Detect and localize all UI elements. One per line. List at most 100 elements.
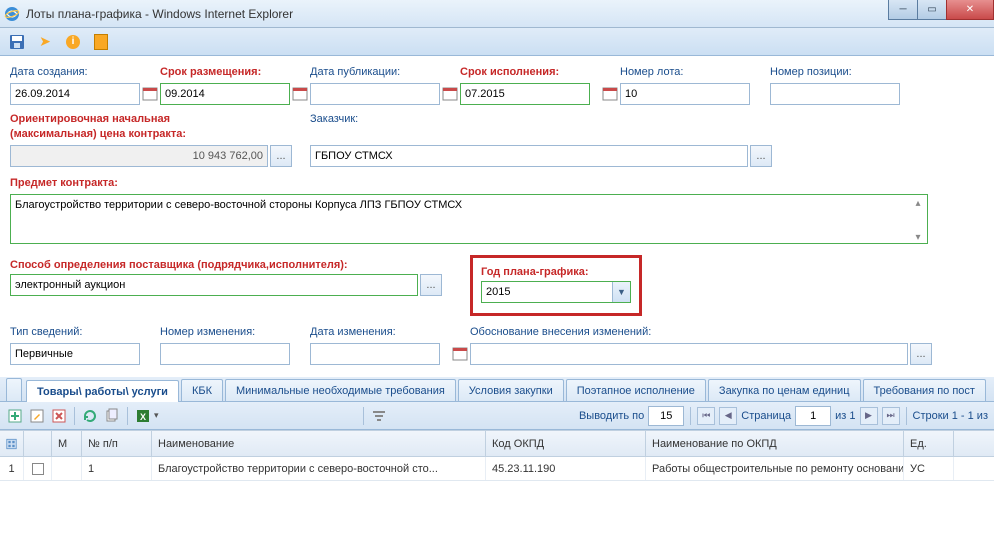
method-pick-button[interactable]: ... [420, 274, 442, 296]
calendar-icon[interactable] [142, 86, 158, 102]
change-number-input[interactable] [160, 343, 290, 365]
change-reason-pick-button[interactable]: ... [910, 343, 932, 365]
grid-cell-okname: Работы общестроительные по ремонту основ… [646, 457, 904, 480]
tab-min-req[interactable]: Минимальные необходимые требования [225, 379, 456, 401]
arrow-right-icon: ➤ [39, 33, 51, 50]
maximize-button[interactable]: ▭ [917, 0, 947, 20]
calendar-icon[interactable] [292, 86, 308, 102]
grid-header-okname[interactable]: Наименование по ОКПД [646, 431, 904, 456]
info-type-input[interactable] [10, 343, 140, 365]
grid-cell-okpd: 45.23.11.190 [486, 457, 646, 480]
placement-date-input[interactable] [160, 83, 290, 105]
label-change-reason: Обоснование внесения изменений: [470, 322, 870, 338]
tab-unit-price[interactable]: Закупка по ценам единиц [708, 379, 861, 401]
checkbox-icon[interactable] [32, 463, 44, 475]
exec-date-input[interactable] [460, 83, 590, 105]
grid-header-m[interactable]: М [52, 431, 82, 456]
label-price-1: Ориентировочная начальная [10, 109, 310, 125]
textarea-scrollbar[interactable]: ▴▾ [910, 198, 926, 243]
per-page-label: Выводить по [579, 410, 644, 422]
grid-header-np[interactable]: № п/п [82, 431, 152, 456]
calendar-icon[interactable] [452, 346, 468, 362]
subject-textarea[interactable] [10, 194, 928, 244]
page-prev-button[interactable]: ◀ [719, 407, 737, 425]
label-change-number: Номер изменения: [160, 322, 310, 338]
save-button[interactable] [6, 31, 28, 53]
create-date-input[interactable] [10, 83, 140, 105]
price-input [10, 145, 268, 167]
grid-header-select[interactable] [0, 431, 24, 456]
grid-cell-idx: 1 [0, 457, 24, 480]
calendar-icon[interactable] [442, 86, 458, 102]
info-icon: i [66, 35, 80, 49]
chevron-down-icon[interactable]: ▼ [612, 282, 630, 302]
tab-conditions[interactable]: Условия закупки [458, 379, 564, 401]
tab-supplier-req[interactable]: Требования по пост [863, 379, 986, 401]
pos-number-input[interactable] [770, 83, 900, 105]
exit-button[interactable] [90, 31, 112, 53]
page-first-button[interactable]: ⏮ [697, 407, 715, 425]
label-method: Способ определения поставщика (подрядчик… [10, 255, 470, 271]
ie-icon [4, 6, 20, 22]
form-area: Дата создания: Срок размещения: Дата пуб… [0, 56, 994, 371]
forward-button[interactable]: ➤ [34, 31, 56, 53]
grid-header-name[interactable]: Наименование [152, 431, 486, 456]
door-icon [94, 34, 108, 50]
tab-staged[interactable]: Поэтапное исполнение [566, 379, 706, 401]
grid-header-ed[interactable]: Ед. [904, 431, 954, 456]
grid-edit-button[interactable] [28, 407, 46, 425]
chevron-down-icon[interactable]: ▾ [154, 410, 159, 421]
label-placement-date: Срок размещения: [160, 62, 310, 78]
grid-cell-checkbox[interactable] [24, 457, 52, 480]
grid-refresh-button[interactable] [81, 407, 99, 425]
page-next-button[interactable]: ▶ [860, 407, 878, 425]
grid-icon [6, 437, 17, 451]
label-customer: Заказчик: [310, 109, 910, 125]
change-date-input[interactable] [310, 343, 440, 365]
page-label: Страница [741, 410, 791, 422]
label-publish-date: Дата публикации: [310, 62, 460, 78]
plan-year-select[interactable] [481, 281, 631, 303]
grid-cell-name: Благоустройство территории с северо-вост… [152, 457, 486, 480]
window-controls: ─ ▭ ✕ [889, 0, 994, 20]
label-change-date: Дата изменения: [310, 322, 470, 338]
page-input[interactable] [795, 406, 831, 426]
window-title: Лоты плана-графика - Windows Internet Ex… [26, 7, 293, 21]
save-icon [9, 34, 25, 50]
price-pick-button[interactable]: ... [270, 145, 292, 167]
tab-kbk[interactable]: КБК [181, 379, 223, 401]
change-reason-input[interactable] [470, 343, 908, 365]
publish-date-input[interactable] [310, 83, 440, 105]
customer-input[interactable] [310, 145, 748, 167]
grid: М № п/п Наименование Код ОКПД Наименован… [0, 430, 994, 481]
grid-add-button[interactable] [6, 407, 24, 425]
grid-filter-button[interactable] [370, 407, 388, 425]
lot-number-input[interactable] [620, 83, 750, 105]
plan-year-highlight: Год плана-графика: ▼ [470, 255, 642, 316]
grid-toolbar: X ▾ Выводить по ⏮ ◀ Страница из 1 ▶ ⏭ Ст… [0, 402, 994, 430]
page-last-button[interactable]: ⏭ [882, 407, 900, 425]
page-of-label: из 1 [835, 410, 855, 422]
grid-copy-button[interactable] [103, 407, 121, 425]
calendar-icon[interactable] [602, 86, 618, 102]
label-price-2: (максимальная) цена контракта: [10, 128, 310, 140]
method-input[interactable] [10, 274, 418, 296]
grid-header-okpd[interactable]: Код ОКПД [486, 431, 646, 456]
label-pos-number: Номер позиции: [770, 62, 920, 78]
label-subject: Предмет контракта: [10, 173, 118, 189]
grid-delete-button[interactable] [50, 407, 68, 425]
grid-header: М № п/п Наименование Код ОКПД Наименован… [0, 431, 994, 457]
main-toolbar: ➤ i [0, 28, 994, 56]
per-page-input[interactable] [648, 406, 684, 426]
customer-pick-button[interactable]: ... [750, 145, 772, 167]
grid-row[interactable]: 1 1 Благоустройство территории с северо-… [0, 457, 994, 481]
info-button[interactable]: i [62, 31, 84, 53]
label-exec-date: Срок исполнения: [460, 62, 620, 78]
grid-export-button[interactable]: X [134, 407, 152, 425]
grid-cell-ed: УС [904, 457, 954, 480]
svg-text:X: X [140, 412, 146, 422]
tab-goods[interactable]: Товары\ работы\ услуги [26, 380, 179, 402]
rows-label: Строки 1 - 1 из [913, 410, 989, 422]
minimize-button[interactable]: ─ [888, 0, 918, 20]
close-button[interactable]: ✕ [946, 0, 994, 20]
